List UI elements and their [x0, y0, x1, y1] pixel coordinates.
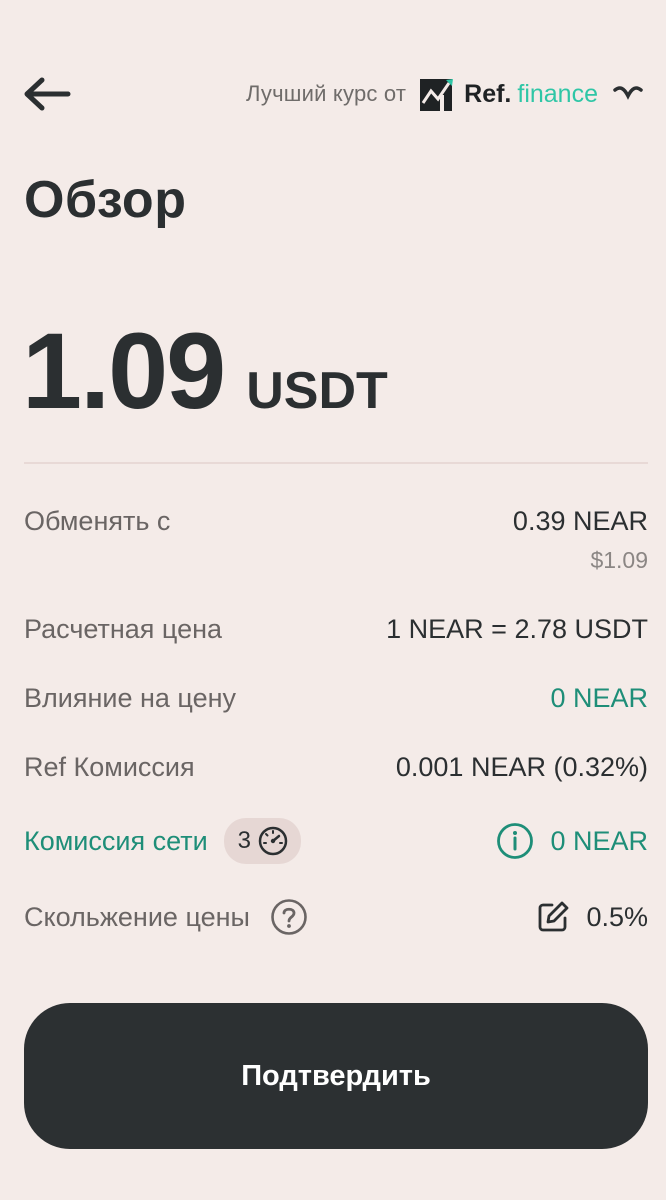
swap-from-row: Обменять с 0.39 NEAR $1.09: [24, 506, 648, 574]
swap-from-usd: $1.09: [590, 547, 648, 573]
network-fee-row: Комиссия сети 3 0 NEAR: [24, 818, 648, 864]
top-bar: Лучший курс от Ref. finance: [0, 0, 666, 190]
amount-value: 1.09: [22, 310, 226, 431]
provider-selector[interactable]: Лучший курс от Ref. finance: [246, 74, 644, 114]
network-fee-value-group: 0 NEAR: [496, 822, 648, 860]
rate-value: 1 NEAR = 2.78 USDT: [386, 614, 648, 644]
speedometer-icon: [258, 826, 288, 856]
arrow-left-icon: [24, 77, 71, 111]
ref-finance-logo: [420, 79, 454, 111]
ref-fee-label: Ref Комиссия: [24, 752, 195, 782]
price-impact-value: 0 NEAR: [550, 683, 648, 713]
price-impact-row: Влияние на цену 0 NEAR: [24, 683, 648, 714]
slippage-value-group[interactable]: 0.5%: [536, 900, 648, 934]
slippage-label-group: Скольжение цены: [24, 898, 308, 936]
provider-brand: Ref. finance: [464, 80, 598, 109]
amount-unit: USDT: [246, 362, 388, 420]
provider-brand-accent: finance: [517, 79, 598, 108]
page-title: Обзор: [24, 171, 187, 229]
divider: [24, 462, 648, 464]
receive-amount: 1.09 USDT: [22, 308, 388, 433]
swap-from-values: 0.39 NEAR $1.09: [513, 506, 648, 574]
speed-pill[interactable]: 3: [223, 818, 302, 864]
back-button[interactable]: [22, 75, 74, 113]
swap-from-value: 0.39 NEAR: [512, 506, 648, 536]
provider-label: Лучший курс от: [246, 81, 407, 106]
ref-fee-value: 0.001 NEAR (0.32%): [395, 752, 648, 782]
network-fee-value: 0 NEAR: [550, 825, 648, 856]
ref-fee-row: Ref Комиссия 0.001 NEAR (0.32%): [24, 752, 648, 783]
speed-value: 3: [237, 827, 252, 854]
provider-brand-main: Ref.: [464, 79, 512, 108]
network-fee-label-group[interactable]: Комиссия сети 3: [24, 818, 302, 864]
info-circle-icon[interactable]: [496, 822, 534, 860]
rate-row: Расчетная цена 1 NEAR = 2.78 USDT: [24, 614, 648, 645]
slippage-value: 0.5%: [586, 901, 648, 932]
price-impact-label: Влияние на цену: [24, 683, 236, 713]
question-circle-icon[interactable]: [270, 898, 308, 936]
slippage-label: Скольжение цены: [24, 901, 250, 932]
slippage-row: Скольжение цены 0.5%: [24, 898, 648, 936]
rate-label: Расчетная цена: [24, 614, 223, 644]
edit-icon[interactable]: [536, 900, 570, 934]
swap-from-label: Обменять с: [24, 506, 171, 536]
chevron-down-icon[interactable]: [612, 82, 644, 106]
confirm-button[interactable]: Подтвердить: [24, 1003, 648, 1149]
network-fee-label: Комиссия сети: [24, 825, 208, 856]
